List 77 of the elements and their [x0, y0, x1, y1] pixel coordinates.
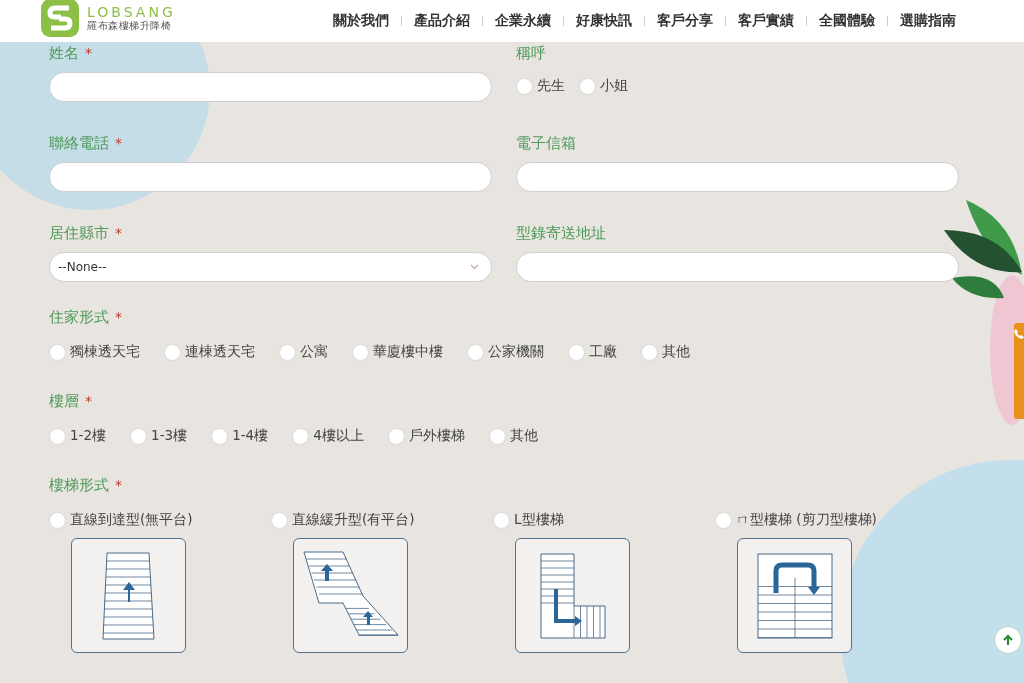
nav-link[interactable]: 選購指南 [900, 12, 956, 30]
option-label: 4樓以上 [313, 427, 364, 445]
radio-button[interactable] [352, 343, 369, 361]
radio-button[interactable] [211, 427, 229, 445]
required-mark: * [85, 392, 92, 411]
input-field[interactable] [49, 72, 492, 102]
stair-card[interactable] [71, 538, 186, 653]
input-field[interactable] [516, 162, 959, 192]
booking-tab[interactable] [1014, 323, 1024, 419]
input-field[interactable] [49, 162, 492, 192]
nav-link[interactable]: 好康快訊 [576, 12, 632, 30]
chevron-icon [470, 264, 479, 270]
option-label: 1-2樓 [70, 427, 107, 445]
stair-card[interactable] [293, 538, 408, 653]
radio-button[interactable] [488, 427, 506, 445]
nav-link[interactable]: 產品介紹 [414, 12, 470, 30]
radio-button[interactable] [568, 343, 585, 361]
option-label: ㄇ型樓梯 (剪刀型樓梯) [736, 511, 877, 529]
radio-button[interactable] [49, 511, 66, 529]
radio-button[interactable] [579, 77, 596, 95]
option-label: L型樓梯 [514, 511, 564, 529]
radio-button[interactable] [49, 343, 66, 361]
nav-link[interactable]: 企業永續 [495, 12, 551, 30]
radio-button[interactable] [292, 427, 310, 445]
nav-link[interactable]: 全國體驗 [819, 12, 875, 30]
radio-button[interactable] [49, 427, 66, 445]
brand-subtitle: 羅布森樓梯升降椅 [87, 20, 172, 32]
option-label: 1-4樓 [232, 427, 269, 445]
select-field[interactable]: --None-- [49, 252, 492, 282]
radio-button[interactable] [467, 343, 484, 361]
brand-name: LOBSANG [87, 4, 176, 20]
field-label: 住家形式 [49, 307, 109, 327]
option-label: 先生 [537, 77, 565, 95]
option-label: 戶外樓梯 [408, 427, 465, 445]
option-label: 直線緩升型(有平台) [292, 511, 415, 529]
option-label: 其他 [662, 343, 690, 361]
option-label: 連棟透天宅 [185, 343, 255, 361]
radio-button[interactable] [130, 427, 148, 445]
option-label: 直線到達型(無平台) [70, 511, 193, 529]
radio-button[interactable] [164, 343, 181, 361]
option-label: 其他 [509, 427, 538, 445]
field-label: 電子信箱 [516, 133, 576, 153]
nav-link[interactable]: 客戶分享 [657, 12, 713, 30]
option-label: 公家機關 [488, 343, 544, 361]
arrow-up-icon [1002, 634, 1014, 646]
radio-button[interactable] [641, 343, 658, 361]
option-label: 獨棟透天宅 [70, 343, 140, 361]
field-label: 聯絡電話 [49, 133, 109, 153]
field-label: 型錄寄送地址 [516, 223, 606, 243]
required-mark: * [115, 308, 122, 327]
logo-icon[interactable] [41, 0, 79, 37]
input-field[interactable] [516, 252, 959, 282]
radio-button[interactable] [493, 511, 510, 529]
field-label: 樓層 [49, 391, 79, 411]
stair-card[interactable] [737, 538, 852, 653]
field-label: 樓梯形式 [49, 475, 109, 495]
field-label: 姓名 [49, 43, 79, 63]
option-label: 公寓 [300, 343, 328, 361]
field-label: 稱呼 [516, 43, 546, 63]
option-label: 小姐 [600, 77, 628, 95]
nav-link[interactable]: 客戶實績 [738, 12, 794, 30]
phone-icon [1014, 329, 1024, 339]
radio-button[interactable] [271, 511, 288, 529]
radio-button[interactable] [387, 427, 405, 445]
option-label: 工廠 [589, 343, 617, 361]
radio-button[interactable] [516, 77, 533, 95]
option-label: 1-3樓 [151, 427, 188, 445]
required-mark: * [85, 44, 92, 63]
radio-button[interactable] [715, 511, 732, 529]
nav-link[interactable]: 關於我們 [333, 12, 389, 30]
radio-button[interactable] [279, 343, 296, 361]
option-label: 華廈樓中樓 [373, 343, 443, 361]
stair-card[interactable] [515, 538, 630, 653]
required-mark: * [115, 476, 122, 495]
required-mark: * [115, 224, 122, 243]
field-label: 居住縣市 [49, 223, 109, 243]
required-mark: * [115, 134, 122, 153]
